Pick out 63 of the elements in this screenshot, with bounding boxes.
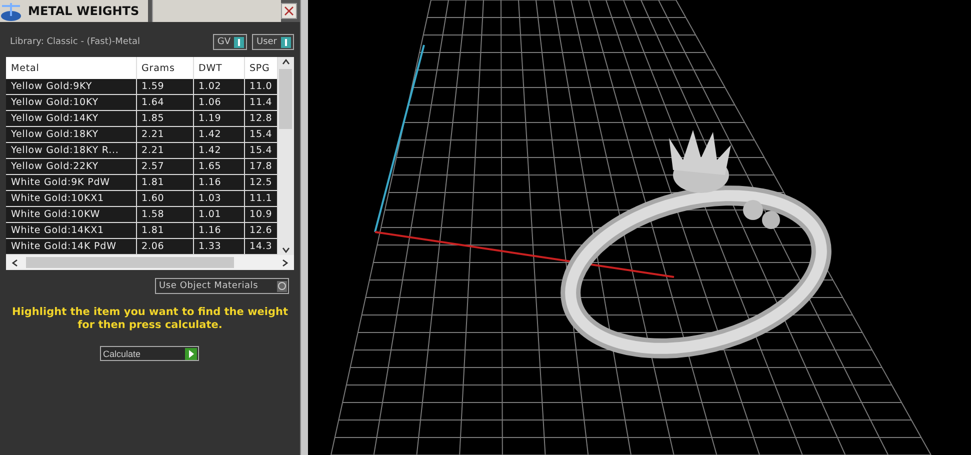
library-label: Library: Classic - (Fast)-Metal [10, 37, 142, 47]
table-cell: 1.02 [193, 79, 244, 94]
table-cell: 1.65 [193, 158, 244, 174]
table-cell: 1.16 [193, 222, 244, 238]
table-cell: 12.6 [244, 222, 277, 238]
table-cell: 1.42 [193, 126, 244, 142]
close-button[interactable] [281, 3, 297, 19]
table-cell: 12.8 [244, 110, 277, 126]
table-cell: 1.64 [136, 94, 193, 110]
table-cell: Yellow Gold:18KY R... [6, 142, 136, 158]
table-cell: 1.81 [136, 222, 193, 238]
table-cell: Yellow Gold:10KY [6, 94, 136, 110]
scrollbar-thumb[interactable] [279, 69, 292, 129]
table-cell: 2.06 [136, 238, 193, 254]
table-cell: White Gold:14KX1 [6, 222, 136, 238]
scale-icon [0, 0, 24, 22]
column-header[interactable]: SPG [244, 57, 277, 79]
column-header[interactable]: DWT [193, 57, 244, 79]
table-cell: 1.60 [136, 190, 193, 206]
hint-text: Highlight the item you want to find the weight for then press calculate. [11, 306, 289, 332]
table-cell: White Gold:14K PdW [6, 238, 136, 254]
table-cell: 15.4 [244, 142, 277, 158]
play-icon [185, 348, 197, 360]
table-cell: 1.59 [136, 79, 193, 94]
calculate-button[interactable]: Calculate [100, 346, 199, 361]
table-cell: 1.06 [193, 94, 244, 110]
table-cell: Yellow Gold:14KY [6, 110, 136, 126]
table-cell: 12.5 [244, 174, 277, 190]
table-cell: 15.4 [244, 126, 277, 142]
table-cell: 2.21 [136, 142, 193, 158]
scrollbar-thumb[interactable] [26, 257, 234, 268]
horizontal-scrollbar[interactable] [6, 255, 294, 270]
table-cell: 1.19 [193, 110, 244, 126]
table-cell: 17.8 [244, 158, 277, 174]
table-cell: Yellow Gold:18KY [6, 126, 136, 142]
column-header[interactable]: Grams [136, 57, 193, 79]
table-cell: Yellow Gold:9KY [6, 79, 136, 94]
table-cell: 11.1 [244, 190, 277, 206]
table-cell: Yellow Gold:22KY [6, 158, 136, 174]
toggle-button[interactable]: GV [213, 34, 248, 50]
table-cell: 1.33 [193, 238, 244, 254]
table-cell: 1.58 [136, 206, 193, 222]
table-cell: 1.81 [136, 174, 193, 190]
table-cell: 11.4 [244, 94, 277, 110]
table-cell: White Gold:10KX1 [6, 190, 136, 206]
table-cell: White Gold:10KW [6, 206, 136, 222]
toggle-button[interactable]: Use Object Materials [155, 278, 289, 294]
table-cell: 1.16 [193, 174, 244, 190]
table-cell: 1.85 [136, 110, 193, 126]
table-cell: 1.42 [193, 142, 244, 158]
window-title: METAL WEIGHTS [28, 4, 140, 18]
table-cell: 14.3 [244, 238, 277, 254]
table-cell: 1.01 [193, 206, 244, 222]
table-cell: 11.0 [244, 79, 277, 94]
vertical-scrollbar[interactable] [278, 57, 294, 255]
table-cell: 1.03 [193, 190, 244, 206]
close-icon [284, 6, 294, 16]
table-cell: 2.21 [136, 126, 193, 142]
table-cell: 10.9 [244, 206, 277, 222]
table-cell: White Gold:9K PdW [6, 174, 136, 190]
toggle-button[interactable]: User [252, 34, 294, 50]
column-header[interactable]: Metal [6, 57, 136, 79]
table-cell: 2.57 [136, 158, 193, 174]
